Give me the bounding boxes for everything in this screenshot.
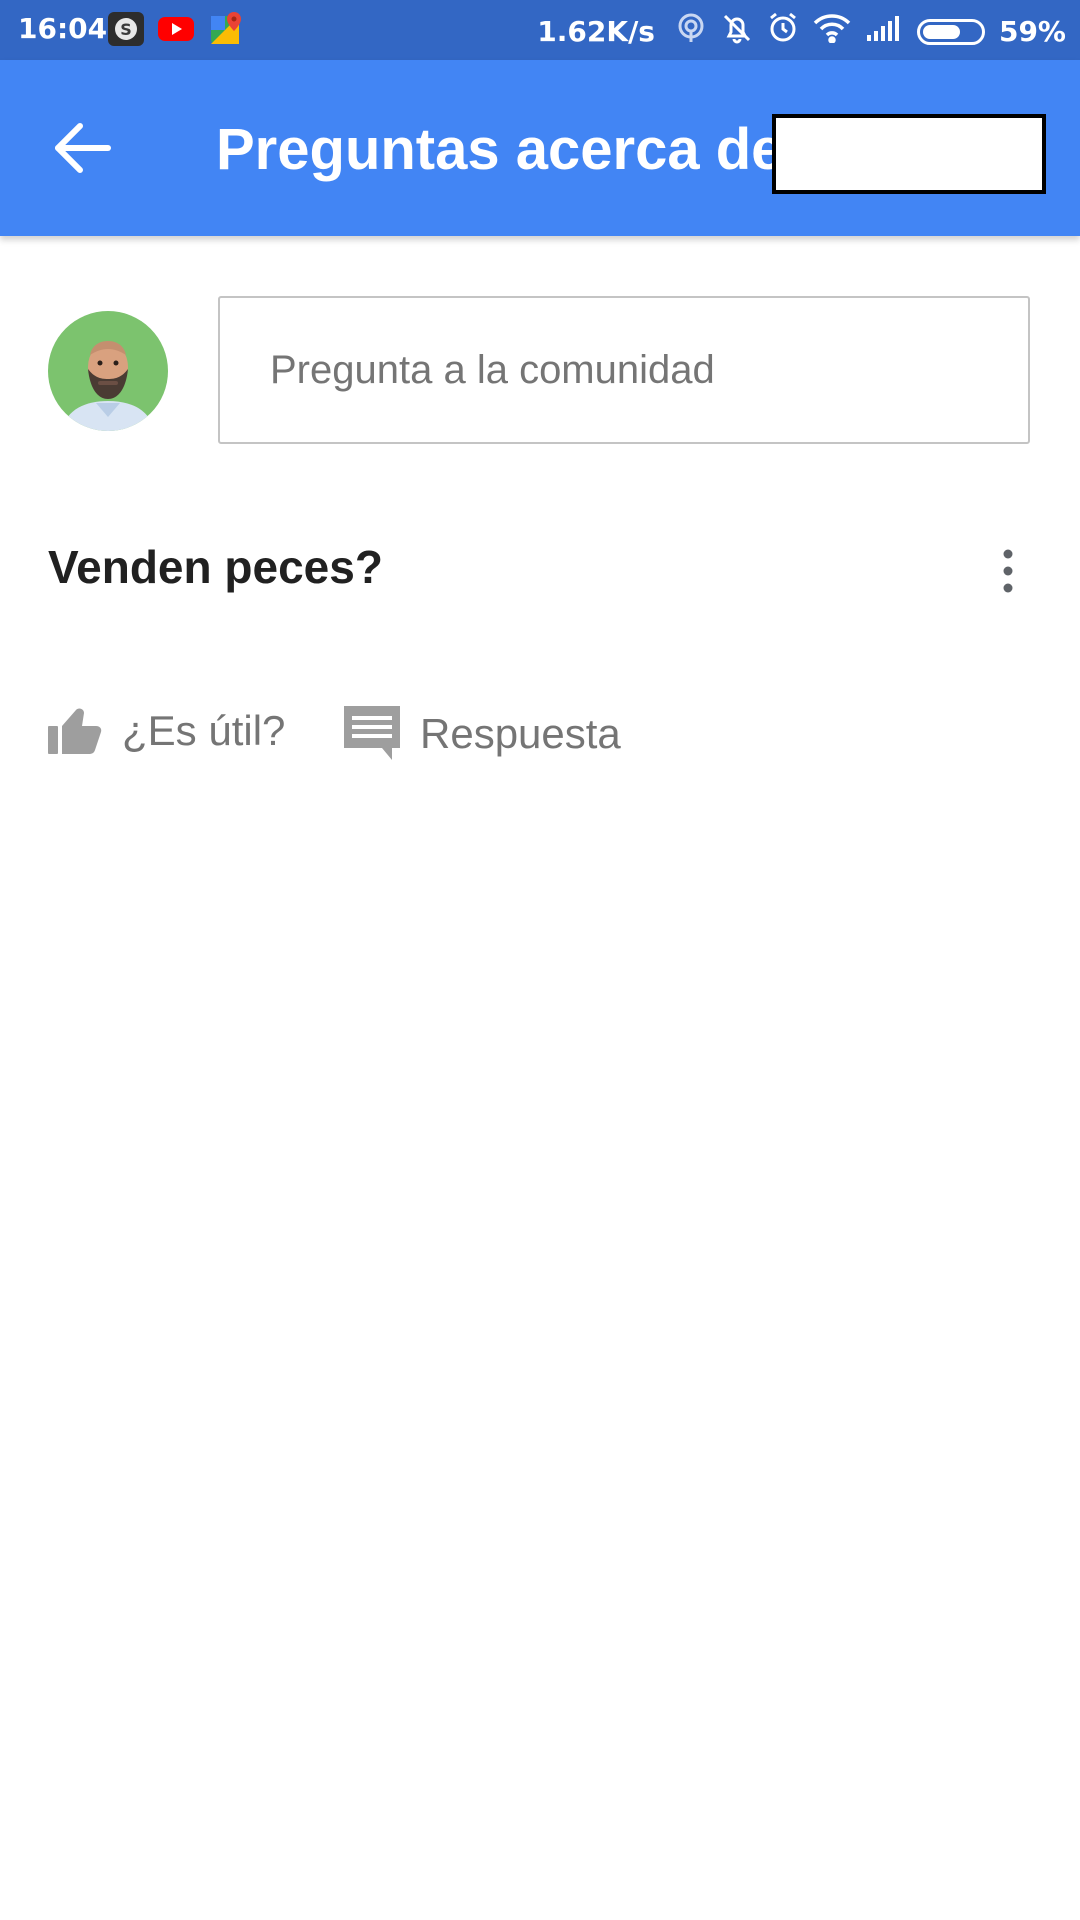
- alarm-icon: [767, 12, 799, 51]
- comment-icon: [344, 706, 400, 762]
- app-bar: Preguntas acerca de: [0, 60, 1080, 236]
- avatar: [48, 311, 168, 431]
- helpful-button[interactable]: ¿Es útil?: [48, 706, 285, 756]
- youtube-icon: [158, 12, 194, 46]
- helpful-label: ¿Es útil?: [122, 707, 286, 754]
- status-bar: 16:04 S 1.62K/s 59%: [0, 0, 1080, 60]
- ask-community-input[interactable]: [218, 296, 1030, 444]
- thumb-up-icon: [48, 706, 102, 756]
- answer-button[interactable]: Respuesta: [344, 706, 621, 762]
- page-title: Preguntas acerca de: [216, 117, 784, 182]
- slack-icon: S: [108, 12, 144, 46]
- battery-icon: [916, 18, 985, 45]
- notification-icons: S: [108, 12, 244, 46]
- question-text: Venden peces?: [48, 541, 383, 593]
- wifi-icon: [813, 13, 851, 50]
- hotspot-icon: [675, 12, 707, 51]
- status-time: 16:04: [18, 12, 108, 45]
- arrow-back-icon: [55, 123, 111, 173]
- svg-text:S: S: [120, 20, 132, 39]
- battery-percent: 59%: [998, 15, 1066, 48]
- system-status: 1.62K/s 59%: [537, 12, 1066, 51]
- maps-icon: [208, 12, 244, 46]
- more-vert-icon: [1003, 549, 1013, 593]
- redacted-place-name: [772, 114, 1046, 194]
- back-button[interactable]: [50, 116, 120, 180]
- bell-off-icon: [721, 12, 753, 51]
- more-options-button[interactable]: [990, 546, 1026, 596]
- answer-label: Respuesta: [420, 710, 621, 757]
- network-speed: 1.62K/s: [537, 15, 655, 48]
- signal-icon: [865, 13, 903, 50]
